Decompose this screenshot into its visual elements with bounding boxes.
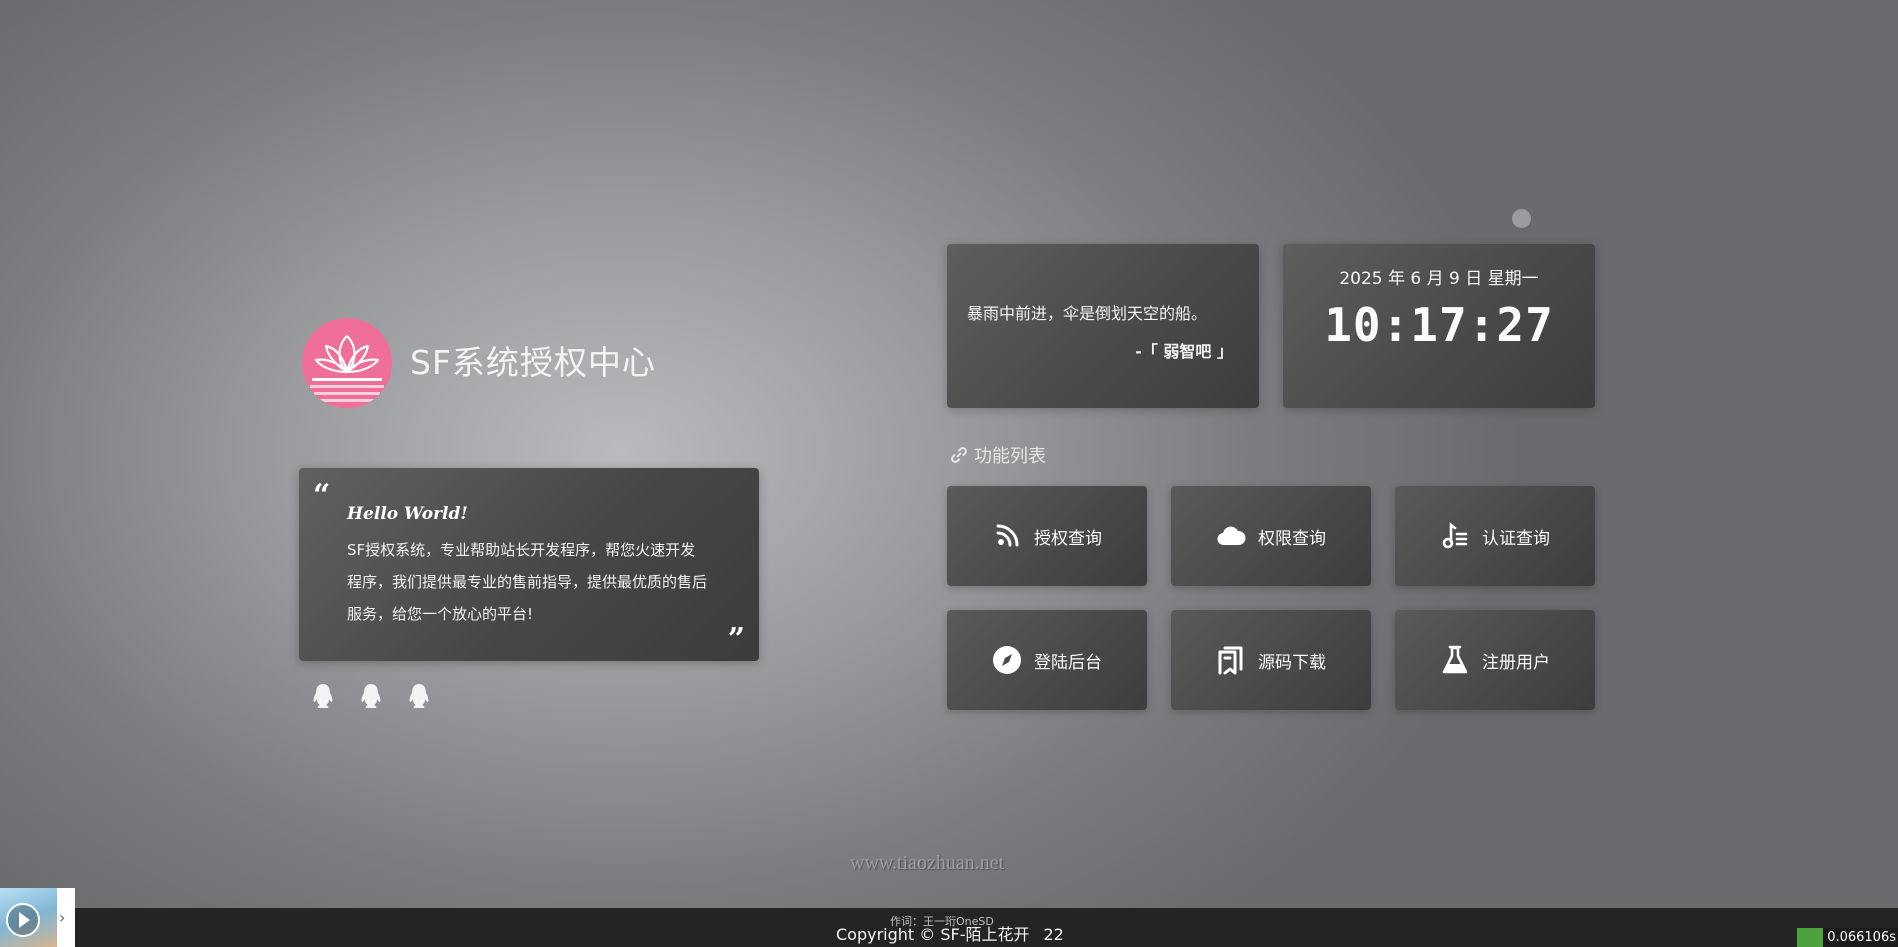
chevron-right-icon[interactable]: › (59, 908, 65, 927)
auth-query-label: 授权查询 (1034, 528, 1102, 549)
permission-query-label: 权限查询 (1258, 528, 1326, 549)
intro-heading: Hello World! (347, 504, 468, 524)
source-download-label: 源码下载 (1258, 652, 1326, 673)
logo (302, 318, 392, 408)
verify-query-label: 认证查询 (1482, 528, 1550, 549)
qq-icon[interactable] (408, 683, 430, 709)
play-icon[interactable] (6, 903, 40, 937)
admin-login-label: 登陆后台 (1034, 652, 1102, 673)
decor-dot (1512, 209, 1531, 228)
time-display: 10:17:27 (1324, 298, 1554, 352)
compass-icon (992, 645, 1022, 675)
load-time: 0.066106s (1827, 930, 1896, 945)
music-player: › (0, 888, 75, 947)
copyright: Copyright © SF-陌上花开 22 (836, 921, 1064, 945)
qq-icon[interactable] (360, 683, 382, 709)
permission-query-button[interactable]: 权限查询 (1171, 486, 1371, 586)
hitokoto-text: 暴雨中前进，伞是倒划天空的船。 (967, 304, 1208, 323)
admin-login-button[interactable]: 登陆后台 (947, 610, 1147, 710)
function-list-title: 功能列表 (974, 446, 1046, 467)
source-download-button[interactable]: 源码下载 (1171, 610, 1371, 710)
music-list-icon (1440, 521, 1470, 551)
qq-icon[interactable] (312, 683, 334, 709)
verify-query-button[interactable]: 认证查询 (1395, 486, 1595, 586)
clock-card: 2025 年 6 月 9 日 星期一 10:17:27 (1283, 244, 1595, 408)
date-display: 2025 年 6 月 9 日 星期一 (1339, 269, 1539, 289)
footer: 作词：王一珩OneSD Copyright © SF-陌上花开 22 (0, 908, 1898, 947)
visit-count: 22 (1043, 925, 1064, 944)
intro-text: SF授权系统，专业帮助站长开发程序，帮您火速开发程序，我们提供最专业的售前指导，… (347, 541, 708, 623)
download-doc-icon (1216, 645, 1246, 675)
copyright-text: Copyright © SF-陌上花开 (836, 925, 1030, 944)
load-timer: 0.066106s (1797, 928, 1898, 947)
site-title: SF系统授权中心 (410, 343, 656, 382)
register-user-button[interactable]: 注册用户 (1395, 610, 1595, 710)
close-quote-icon: ” (727, 622, 745, 657)
open-quote-icon: “ (313, 478, 331, 513)
function-list-header: 功能列表 (950, 442, 1046, 468)
hitokoto-card: 暴雨中前进，伞是倒划天空的船。 -「 弱智吧 」 (947, 244, 1259, 408)
link-icon (950, 446, 968, 464)
leaf-icon (1797, 928, 1824, 947)
flask-icon (1440, 645, 1470, 675)
watermark: www.tiaozhuan.net (850, 852, 1005, 874)
contact-icons (312, 683, 430, 709)
rss-icon (992, 521, 1022, 551)
cloud-icon (1216, 521, 1246, 551)
intro-card: “ Hello World! SF授权系统，专业帮助站长开发程序，帮您火速开发程… (299, 468, 759, 661)
auth-query-button[interactable]: 授权查询 (947, 486, 1147, 586)
register-user-label: 注册用户 (1482, 652, 1550, 673)
hitokoto-source: -「 弱智吧 」 (1135, 342, 1233, 361)
